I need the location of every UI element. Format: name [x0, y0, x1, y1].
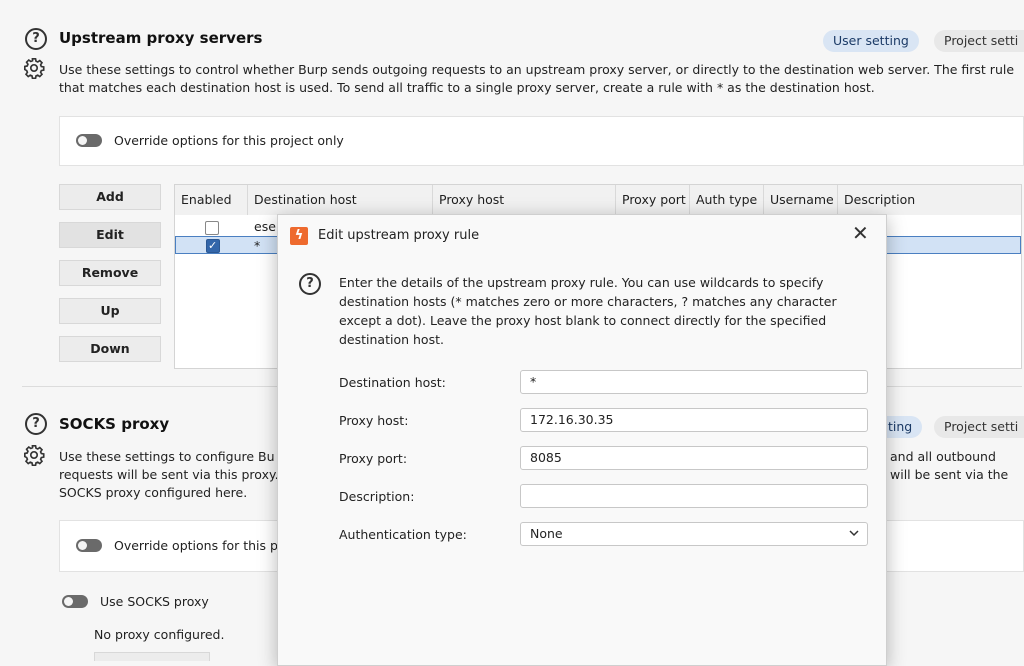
destination-host-label: Destination host: — [339, 375, 446, 390]
tab-project-setting[interactable]: Project setti — [934, 416, 1024, 438]
gear-icon[interactable] — [23, 444, 45, 470]
dialog-intro: Enter the details of the upstream proxy … — [339, 273, 839, 349]
upstream-description-1: Use these settings to control whether Bu… — [59, 62, 1015, 77]
upstream-section-title: Upstream proxy servers — [59, 29, 263, 47]
remove-button[interactable]: Remove — [59, 260, 161, 286]
help-icon[interactable]: ? — [25, 413, 47, 435]
help-icon[interactable]: ? — [25, 28, 47, 50]
add-button[interactable]: Add — [59, 184, 161, 210]
upstream-override-label: Override options for this project only — [114, 133, 344, 148]
close-icon[interactable]: ✕ — [852, 221, 869, 245]
auth-type-select[interactable]: None — [520, 522, 868, 546]
edit-button[interactable]: Edit — [59, 222, 161, 248]
use-socks-label: Use SOCKS proxy — [100, 594, 209, 609]
socks-description-2: requests will be sent via this proxy. — [59, 467, 279, 482]
help-icon: ? — [299, 273, 321, 295]
column-header-auth-type[interactable]: Auth type — [690, 185, 764, 215]
proxy-host-field[interactable]: 172.16.30.35 — [520, 408, 868, 432]
proxy-port-field[interactable]: 8085 — [520, 446, 868, 470]
down-button[interactable]: Down — [59, 336, 161, 362]
auth-type-value: None — [530, 526, 563, 541]
tab-project-setting[interactable]: Project setti — [934, 30, 1024, 52]
enabled-checkbox[interactable] — [205, 221, 219, 235]
column-header-enabled[interactable]: Enabled — [175, 185, 248, 215]
column-header-proxy-port[interactable]: Proxy port — [616, 185, 690, 215]
auth-type-label: Authentication type: — [339, 527, 467, 542]
destination-host-cell: * — [254, 238, 261, 253]
upstream-description-2: that matches each destination host is us… — [59, 80, 875, 95]
description-field[interactable] — [520, 484, 868, 508]
dialog-intro-line: Enter the details of the upstream proxy … — [339, 275, 824, 290]
socks-status: No proxy configured. — [94, 627, 225, 642]
socks-description-1: Use these settings to configure Bu — [59, 449, 275, 464]
socks-override-label: Override options for this p — [114, 538, 278, 553]
socks-description-right-1: and all outbound — [890, 449, 996, 464]
column-header-destination-host[interactable]: Destination host — [248, 185, 433, 215]
socks-description-right-2: will be sent via the — [890, 467, 1009, 482]
up-button[interactable]: Up — [59, 298, 161, 324]
socks-description-3: SOCKS proxy configured here. — [59, 485, 248, 500]
proxy-port-label: Proxy port: — [339, 451, 408, 466]
gear-icon[interactable] — [23, 57, 45, 83]
socks-override-toggle[interactable] — [76, 539, 102, 552]
chevron-down-icon — [848, 523, 860, 552]
burp-logo-icon: ϟ — [290, 227, 308, 245]
tab-user-setting[interactable]: User setting — [823, 30, 919, 52]
proxy-host-label: Proxy host: — [339, 413, 409, 428]
edit-upstream-proxy-dialog: ϟ Edit upstream proxy rule ✕ ? Enter the… — [277, 214, 887, 666]
enabled-checkbox[interactable] — [206, 237, 220, 255]
dialog-intro-line: destination host. — [339, 332, 444, 347]
socks-section-title: SOCKS proxy — [59, 415, 170, 433]
description-label: Description: — [339, 489, 415, 504]
destination-host-field[interactable]: * — [520, 370, 868, 394]
dialog-intro-line: except a dot). Leave the proxy host blan… — [339, 313, 827, 328]
column-header-proxy-host[interactable]: Proxy host — [433, 185, 616, 215]
column-header-username[interactable]: Username — [764, 185, 838, 215]
dialog-title: Edit upstream proxy rule — [318, 228, 480, 243]
use-socks-toggle[interactable] — [62, 595, 88, 608]
dialog-intro-line: destination hosts (* matches zero or mor… — [339, 294, 837, 309]
column-header-description[interactable]: Description — [838, 185, 1021, 215]
upstream-override-toggle[interactable] — [76, 134, 102, 147]
